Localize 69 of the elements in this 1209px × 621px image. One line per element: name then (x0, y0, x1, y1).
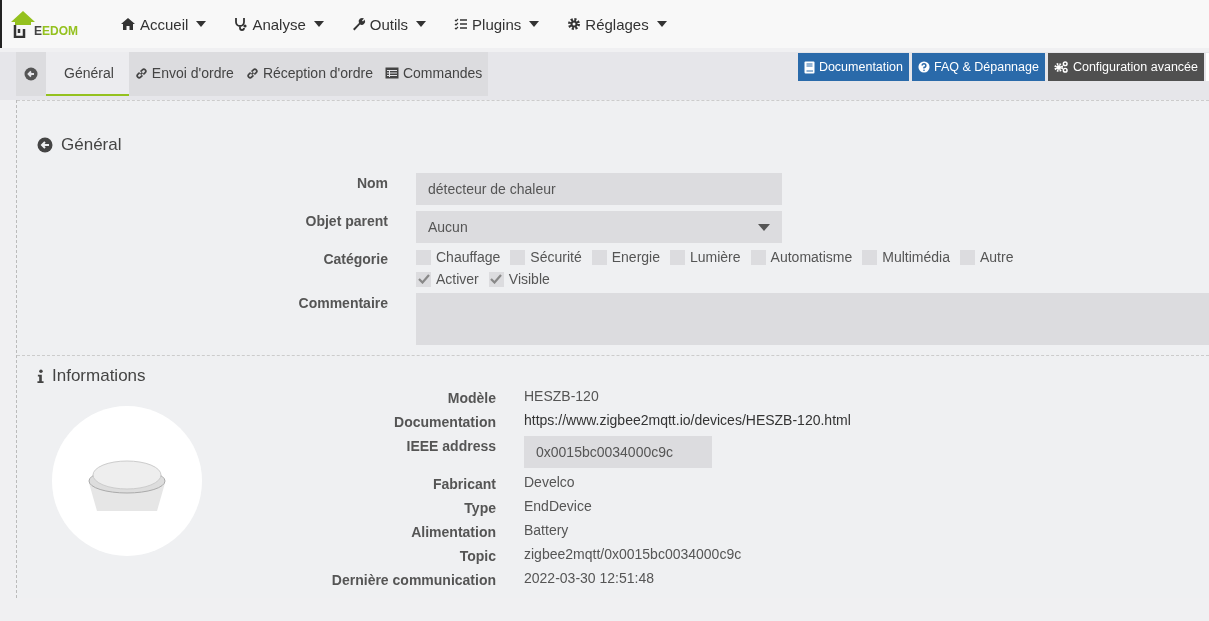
info-label: Documentation (393, 413, 496, 430)
info-label: Dernière communication (330, 571, 496, 588)
stethoscope-icon (234, 17, 249, 31)
caret-icon (656, 21, 667, 27)
tab[interactable]: Général (46, 52, 129, 96)
checkbox-label: Lumière (690, 249, 741, 265)
house-logo-icon (10, 10, 36, 38)
info-label: Fabricant (432, 475, 496, 492)
field-label: Commentaire (297, 294, 388, 313)
checkbox-label: Energie (611, 249, 660, 265)
back-arrow-icon (24, 67, 38, 81)
table-icon (384, 67, 399, 79)
menu-item[interactable]: Outils (337, 15, 441, 33)
gear-icon (567, 17, 582, 31)
section-title: Général (61, 135, 122, 155)
caret-icon (416, 21, 427, 27)
info-value: HESZB-120 (524, 388, 600, 404)
link-icon (134, 66, 148, 80)
checklist-icon (454, 18, 469, 30)
field-label: Catégorie (322, 250, 388, 269)
checkbox-label: Sécurité (530, 249, 582, 265)
info-label: Topic (458, 547, 496, 564)
menu-item[interactable]: Réglages (553, 15, 681, 33)
back-circle-icon (37, 137, 53, 153)
info-label: Alimentation (410, 523, 496, 540)
checkbox[interactable] (488, 271, 504, 287)
address-field[interactable]: 0x0015bc0034000c9c (524, 436, 712, 468)
info-label: IEEE address (405, 437, 496, 454)
info-icon (37, 368, 44, 384)
info-value: EndDevice (524, 498, 593, 514)
info-value: Battery (524, 522, 570, 538)
checkbox-label: Visible (508, 271, 550, 287)
info-label: Modèle (446, 389, 496, 406)
info-label: Type (463, 499, 496, 516)
checkbox-label: Chauffage (436, 249, 501, 265)
caret-icon (196, 21, 207, 27)
field-label: Objet parent (304, 212, 388, 231)
home-icon (120, 17, 136, 31)
checkbox-label: Autre (980, 249, 1014, 265)
logo-text: EEDOM (34, 24, 78, 38)
gears-icon (1053, 61, 1069, 73)
action-button[interactable]: Documentation (797, 53, 909, 81)
tab[interactable]: Réception d'ordre (239, 52, 379, 96)
parent-select[interactable]: Aucun (416, 211, 782, 243)
menu-item[interactable]: Plugins (440, 15, 554, 33)
caret-icon (529, 21, 540, 27)
wrench-icon (351, 17, 366, 31)
checkbox-label: Multimédia (882, 249, 950, 265)
checkbox[interactable] (416, 271, 431, 287)
documentation-link[interactable]: https://www.zigbee2mqtt.io/devices/HESZB-120.html (524, 412, 851, 428)
menu-item[interactable]: Accueil (106, 15, 221, 33)
action-button[interactable]: FAQ & Dépannage (911, 53, 1045, 81)
tab[interactable]: Envoi d'ordre (128, 52, 240, 96)
info-value: 2022-03-30 12:51:48 (524, 570, 655, 586)
tab[interactable]: Commandes (378, 52, 489, 96)
info-value: Develco (524, 474, 576, 490)
field-label: Nom (355, 174, 388, 193)
name-field[interactable]: détecteur de chaleur (416, 173, 782, 205)
caret-icon (758, 223, 770, 231)
caret-icon (313, 21, 324, 27)
action-button[interactable]: Configuration avancée (1047, 53, 1204, 81)
book-icon (803, 60, 815, 74)
checkbox-label: Activer (436, 271, 479, 287)
section-title: Informations (52, 366, 146, 386)
menu-item[interactable]: Analyse (220, 15, 338, 33)
info-value: zigbee2mqtt/0x0015bc0034000c9c (524, 546, 743, 562)
question-icon (917, 61, 930, 73)
checkbox-label: Automatisme (770, 249, 853, 265)
link-icon (245, 66, 259, 80)
